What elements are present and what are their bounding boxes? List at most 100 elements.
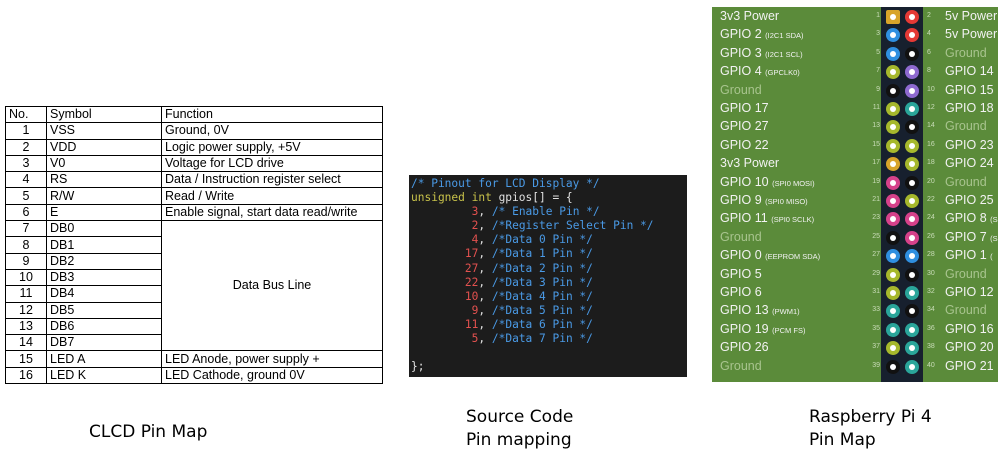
code-line-entry: 5, /*Data 7 Pin */ [471,332,593,346]
code-line-entry: 11, /*Data 6 Pin */ [464,317,593,331]
pin-name: GPIO 10 [720,174,769,189]
pin-number: 5 [876,48,880,56]
pin-row: GPIO 3 (I2C1 SCL) 5 Ground 6 [712,45,998,63]
pin-number: 28 [927,251,935,259]
code-line-entry: 9, /*Data 5 Pin */ [471,303,593,317]
cell-symbol: DB3 [46,268,162,287]
code-line-comment: /* Pinout for LCD Display */ [411,177,687,191]
pin-label: GPIO 22 [720,138,769,152]
pin-dot-icon [905,28,919,43]
pin-name: GPIO 5 [720,266,762,281]
caption-code-line1: Source Code [466,407,574,427]
pin-dot-icon [905,138,919,153]
cell-data-bus-line: Data Bus Line [161,220,383,352]
pin-name: GPIO 15 [945,82,994,97]
pin-name: Ground [945,119,987,134]
pin-row: GPIO 13 (PWM1) 33 Ground 34 [712,302,998,320]
pin-dot-icon [905,175,919,190]
code-line-entry: 3, /* Enable Pin */ [471,205,600,219]
pin-comment: /*Data 6 Pin */ [485,317,593,331]
pin-dot-icon [886,175,900,190]
pin-dot-icon [886,65,900,80]
pin-name: Ground [720,358,762,373]
cell-no: 8 [5,236,47,254]
cell-symbol: LED A [46,350,162,368]
code-line-closing: }; [411,360,687,374]
pin-name: GPIO 17 [720,101,769,115]
pin-number: 27 [872,251,880,259]
pin-name: GPIO 12 [945,285,994,299]
pin-label: 5v Power [945,27,997,41]
pin-name: GPIO 16 [945,321,994,336]
pin-label: GPIO 11 (SPI0 SCLK) [720,211,814,225]
pin-dot-icon [905,157,919,172]
pin-number: 33 [872,306,880,314]
pin-number: 3 [876,30,880,38]
pin-row: GPIO 0 (EEPROM SDA) 27 GPIO 1 (28 [712,247,998,265]
pin-dot-icon [886,286,900,300]
pin-label: GPIO 5 [720,267,762,281]
pin-number: 22 [927,196,935,203]
cell-no: 11 [5,285,47,303]
table-row: 5 R/W Read / Write [5,187,383,205]
pin-label: GPIO 17 [720,101,769,115]
pin-dot-icon [905,83,919,98]
cell-function: LED Cathode, ground 0V [161,366,383,385]
cell-no: 4 [5,171,47,189]
cell-symbol: RS [46,171,162,189]
pin-label: GPIO 4 (GPCLK0) [720,64,800,78]
pin-number: 36 [927,324,935,332]
pin-label: GPIO 27 [720,119,769,133]
pin-name: Ground [945,45,987,60]
cell-symbol: DB7 [46,334,162,352]
pin-row: GPIO 11 (SPI0 SCLK) 23 GPIO 8 (S 24 [712,210,998,228]
pin-number: 30 [927,269,935,277]
code-decl-rest: gpios[] = { [491,191,573,205]
pin-name: GPIO 7 [945,229,987,244]
pin-label: 3v3 Power [720,9,779,23]
cell-function: Voltage for LCD drive [161,154,383,173]
pin-comment: /*Data 5 Pin */ [485,303,593,317]
pin-name: 5v Power [945,27,998,42]
pin-label: GPIO 23 [945,138,994,152]
pin-label: GPIO 14 [945,64,994,78]
pin-label: 5v Power [945,9,997,23]
pin-row: GPIO 22 15 GPIO 23 16 [712,137,998,155]
pin-dot-icon [905,286,919,300]
table-row: 15 LED A LED Anode, power supply + [5,350,383,368]
table-row: 2 VDD Logic power supply, +5V [5,138,383,156]
pin-label: Ground [720,83,762,97]
cell-function: Read / Write [161,187,383,205]
pin-label: GPIO 19 (PCM FS) [720,322,805,336]
pin-label: GPIO 10 (SPI0 MOSI) [720,175,815,189]
pin-number: 11 [872,104,880,111]
code-closing: }; [411,360,425,374]
cell-function: Logic power supply, +5V [161,138,383,156]
pin-number: 8 [927,67,931,75]
pin-label: GPIO 25 [945,193,994,207]
pin-row: Ground 25 GPIO 7 (S 26 [712,229,998,247]
cell-symbol: LED K [46,366,162,385]
cell-no: 5 [5,187,47,205]
pin-label: Ground [945,175,987,189]
pin-dot-icon [905,359,919,374]
pin-row: GPIO 10 (SPI0 MOSI) 19 Ground 20 [712,174,998,192]
gpio-number: 27 [464,261,479,275]
caption-clcd: CLCD Pin Map [89,422,208,442]
pin-number: 21 [872,196,880,203]
pin-number: 18 [927,159,935,167]
pin-dot-icon [905,194,919,208]
source-code-panel: /* Pinout for LCD Display */ unsigned in… [409,175,687,377]
pin-name: GPIO 21 [945,358,994,373]
pin-name: GPIO 2 [720,27,762,42]
pin-number: 38 [927,343,935,351]
pin-row: Ground 39 GPIO 21 40 [712,358,998,376]
code-line-entry: 22, /*Data 3 Pin */ [464,275,593,289]
pin-label: GPIO 24 [945,156,994,170]
pin-label: GPIO 12 [945,285,994,299]
pin-name: Ground [945,174,987,189]
cell-no: 1 [5,122,47,140]
gpio-number: 10 [464,289,479,303]
cell-no: 16 [5,366,47,385]
pin-dot-icon [905,212,919,227]
